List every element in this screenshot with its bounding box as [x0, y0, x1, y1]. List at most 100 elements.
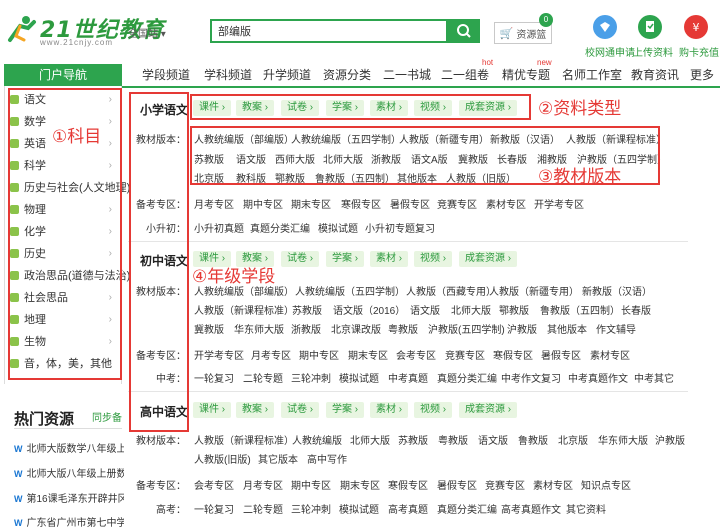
- zone-link[interactable]: 竞赛专区: [445, 347, 485, 362]
- zone-link[interactable]: 期中专区: [243, 196, 283, 211]
- type-tag-lesson-plan[interactable]: 教案 ›: [236, 402, 275, 418]
- exam-link[interactable]: 三轮冲刺: [291, 370, 331, 385]
- zone-link[interactable]: 期中专区: [291, 477, 331, 492]
- zone-link[interactable]: 月考专区: [194, 196, 234, 211]
- zone-link[interactable]: 暑假专区: [541, 347, 581, 362]
- exam-link[interactable]: 真题分类汇编: [437, 370, 497, 385]
- search-button[interactable]: [448, 19, 480, 43]
- edition-link[interactable]: 浙教版: [291, 321, 321, 336]
- edition-link[interactable]: 人教版（新课程标准）: [194, 432, 294, 447]
- edition-link[interactable]: 作文辅导: [596, 321, 636, 336]
- edition-link[interactable]: 沪教版(五四学制): [428, 321, 505, 336]
- hot-resources-tab[interactable]: 同步备: [92, 409, 122, 424]
- edition-link[interactable]: 语文版（2016）: [333, 302, 405, 317]
- zone-link[interactable]: 素材专区: [533, 477, 573, 492]
- logo-icon[interactable]: [6, 14, 38, 44]
- exam-link[interactable]: 中考作文复习: [501, 370, 561, 385]
- exam-link[interactable]: 其它资料: [566, 501, 606, 516]
- zone-link[interactable]: 会考专区: [194, 477, 234, 492]
- edition-link[interactable]: 粤教版: [388, 321, 418, 336]
- exam-link[interactable]: 二轮专题: [243, 501, 283, 516]
- exam-link[interactable]: 小升初真题: [194, 220, 244, 235]
- type-tag-package[interactable]: 成套资源 ›: [459, 251, 518, 267]
- edition-link[interactable]: 人教版（新课程标准）: [194, 302, 294, 317]
- type-tag-material[interactable]: 素材 ›: [370, 251, 409, 267]
- hot-item[interactable]: W北师大版八年级上册数学: [14, 465, 124, 480]
- exam-link[interactable]: 高考真题: [388, 501, 428, 516]
- nav-item-admission[interactable]: 升学频道: [263, 64, 311, 86]
- edition-link[interactable]: 新教版（汉语）: [582, 283, 652, 298]
- edition-link[interactable]: 苏教版: [292, 302, 322, 317]
- nav-item-bookstore[interactable]: 二一书城: [383, 64, 431, 86]
- exam-link[interactable]: 中考真题作文: [568, 370, 628, 385]
- edition-link[interactable]: 北京课改版: [331, 321, 381, 336]
- zone-link[interactable]: 竞赛专区: [437, 196, 477, 211]
- edition-link[interactable]: 鄂教版: [499, 302, 529, 317]
- zone-link[interactable]: 寒假专区: [341, 196, 381, 211]
- exam-link[interactable]: 模拟试题: [339, 370, 379, 385]
- edition-link[interactable]: 北师大版: [451, 302, 491, 317]
- type-tag-video[interactable]: 视频 ›: [414, 251, 453, 267]
- upload-link[interactable]: 上传资料: [633, 44, 673, 59]
- zone-link[interactable]: 知识点专区: [581, 477, 631, 492]
- nav-item-test-builder[interactable]: 二一组卷: [441, 64, 489, 86]
- hot-item[interactable]: W广东省广州市第七中学20: [14, 514, 124, 529]
- hot-item[interactable]: W第16课毛泽东开辟井冈山: [14, 490, 124, 505]
- edition-link[interactable]: 沪教版: [655, 432, 685, 447]
- recharge-link[interactable]: 购卡充值: [679, 44, 719, 59]
- zone-link[interactable]: 开学考专区: [194, 347, 244, 362]
- zone-link[interactable]: 暑假专区: [437, 477, 477, 492]
- type-tag-video[interactable]: 视频 ›: [414, 402, 453, 418]
- nav-item-teacher-studio[interactable]: 名师工作室: [562, 64, 622, 86]
- edition-link[interactable]: 高中写作: [307, 451, 347, 466]
- exam-link[interactable]: 一轮复习: [194, 370, 234, 385]
- edition-link[interactable]: 鲁教版（五四制）: [540, 302, 620, 317]
- exam-link[interactable]: 三轮冲刺: [291, 501, 331, 516]
- exam-link[interactable]: 小升初专题复习: [365, 220, 435, 235]
- type-tag-test[interactable]: 试卷 ›: [281, 402, 320, 418]
- type-tag-study-plan[interactable]: 学案 ›: [326, 402, 365, 418]
- zone-link[interactable]: 素材专区: [590, 347, 630, 362]
- edition-link[interactable]: 华东师大版: [598, 432, 648, 447]
- zone-link[interactable]: 月考专区: [243, 477, 283, 492]
- recharge-icon[interactable]: ¥: [684, 15, 708, 39]
- edition-link[interactable]: 人教版（西藏专用）: [406, 283, 496, 298]
- edition-link[interactable]: 北京版: [558, 432, 588, 447]
- type-tag-test[interactable]: 试卷 ›: [281, 251, 320, 267]
- region-selector[interactable]: 全国站 ▾: [128, 25, 166, 40]
- exam-link[interactable]: 真题分类汇编: [250, 220, 310, 235]
- zone-link[interactable]: 月考专区: [251, 347, 291, 362]
- edition-link[interactable]: 人教统编版（五四学制）: [295, 283, 405, 298]
- edition-link[interactable]: 语文版: [410, 302, 440, 317]
- zone-link[interactable]: 寒假专区: [493, 347, 533, 362]
- type-tag-study-plan[interactable]: 学案 ›: [326, 251, 365, 267]
- zone-link[interactable]: 会考专区: [396, 347, 436, 362]
- portal-nav-title[interactable]: 门户导航: [4, 64, 122, 86]
- type-tag-package[interactable]: 成套资源 ›: [459, 402, 518, 418]
- edition-link[interactable]: 人教版（新疆专用）: [489, 283, 579, 298]
- edition-link[interactable]: 沪教版: [507, 321, 537, 336]
- exam-link[interactable]: 一轮复习: [194, 501, 234, 516]
- edition-link[interactable]: 粤教版: [438, 432, 468, 447]
- edition-link[interactable]: 苏教版: [398, 432, 428, 447]
- type-tag-material[interactable]: 素材 ›: [370, 402, 409, 418]
- type-tag-courseware[interactable]: 课件 ›: [193, 402, 232, 418]
- zone-link[interactable]: 寒假专区: [388, 477, 428, 492]
- zone-link[interactable]: 期中专区: [299, 347, 339, 362]
- zone-link[interactable]: 暑假专区: [390, 196, 430, 211]
- school-network-link[interactable]: 校网通申请: [585, 44, 635, 59]
- nav-item-news[interactable]: 教育资讯: [631, 64, 679, 86]
- edition-link[interactable]: 长春版: [621, 302, 651, 317]
- nav-item-featured[interactable]: 精优专题: [502, 64, 550, 86]
- exam-link[interactable]: 真题分类汇编: [437, 501, 497, 516]
- search-input[interactable]: [212, 21, 446, 41]
- edition-link[interactable]: 语文版: [478, 432, 508, 447]
- nav-item-resource-type[interactable]: 资源分类: [323, 64, 371, 86]
- nav-item-subject[interactable]: 学科频道: [204, 64, 252, 86]
- school-network-icon[interactable]: [593, 15, 617, 39]
- exam-link[interactable]: 中考其它: [634, 370, 674, 385]
- edition-link[interactable]: 冀教版: [194, 321, 224, 336]
- exam-link[interactable]: 模拟试题: [318, 220, 358, 235]
- nav-item-more[interactable]: 更多: [690, 64, 714, 86]
- edition-link[interactable]: 鲁教版: [518, 432, 548, 447]
